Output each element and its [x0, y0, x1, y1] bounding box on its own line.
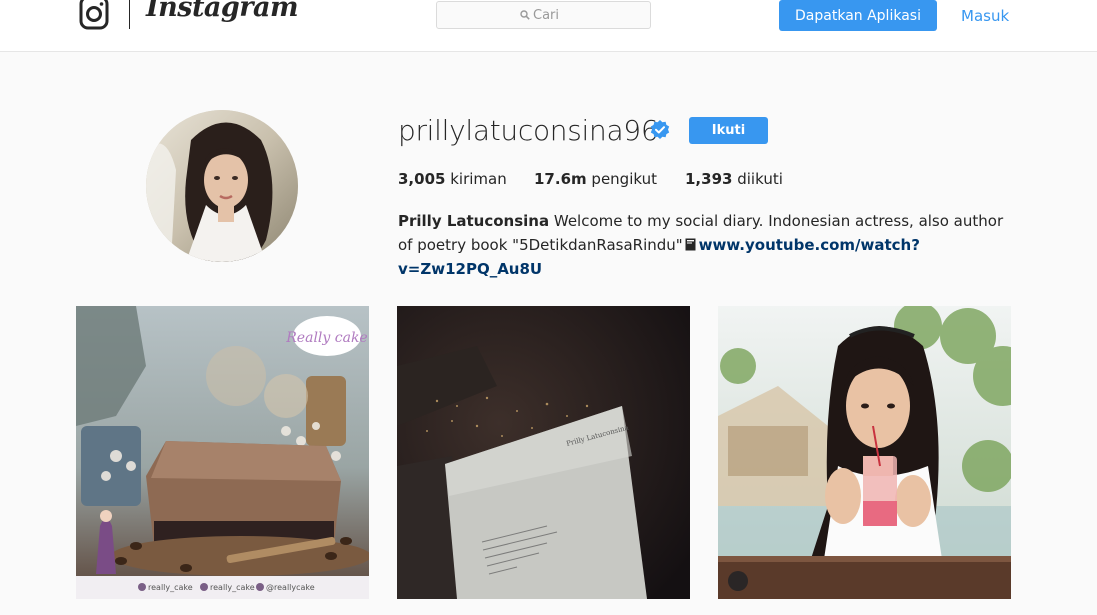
posts-label: kiriman [450, 170, 507, 188]
stat-followers[interactable]: 17.6m pengikut [534, 170, 657, 188]
bio-full-name: Prilly Latuconsina [398, 212, 550, 230]
stat-posts: 3,005 kiriman [398, 170, 507, 188]
get-app-button[interactable]: Dapatkan Aplikasi [779, 0, 937, 31]
profile-username: prillylatuconsina96 [398, 114, 659, 147]
search-input[interactable] [533, 6, 643, 24]
following-label: diikuti [737, 170, 783, 188]
post-handle-1: really_cake [148, 583, 193, 592]
search-icon [520, 10, 530, 20]
post-thumbnail-3[interactable] [718, 306, 1011, 599]
posts-count: 3,005 [398, 170, 446, 188]
login-link[interactable]: Masuk [961, 7, 1009, 25]
stat-following[interactable]: 1,393 diikuti [685, 170, 783, 188]
profile-bio: Prilly Latuconsina Welcome to my social … [398, 209, 1008, 281]
logo-divider [129, 0, 130, 29]
search-box[interactable] [436, 1, 651, 29]
post-thumbnail-2[interactable]: Prilly Latuconsina [397, 306, 690, 599]
post-watermark: Really cake [285, 330, 367, 346]
book-emoji-icon [685, 238, 696, 251]
verified-badge-icon [650, 120, 670, 139]
profile-avatar[interactable] [146, 110, 298, 262]
followers-label: pengikut [591, 170, 657, 188]
following-count: 1,393 [685, 170, 733, 188]
post-handle-2: really_cake [210, 583, 255, 592]
avatar-photo [146, 110, 298, 262]
post-thumbnail-1[interactable]: really_cake really_cake @reallycake Real… [76, 306, 369, 599]
post-handle-3: @reallycake [266, 583, 315, 592]
follow-button[interactable]: Ikuti [689, 117, 768, 144]
top-navigation-bar: Instagram Dapatkan Aplikasi Masuk [0, 0, 1097, 52]
instagram-camera-icon[interactable] [79, 0, 109, 30]
instagram-wordmark[interactable]: Instagram [146, 0, 299, 23]
post-image-cake: really_cake really_cake @reallycake Real… [76, 306, 369, 599]
followers-count: 17.6m [534, 170, 587, 188]
post-image-book: Prilly Latuconsina [397, 306, 690, 599]
post-image-drink [718, 306, 1011, 599]
